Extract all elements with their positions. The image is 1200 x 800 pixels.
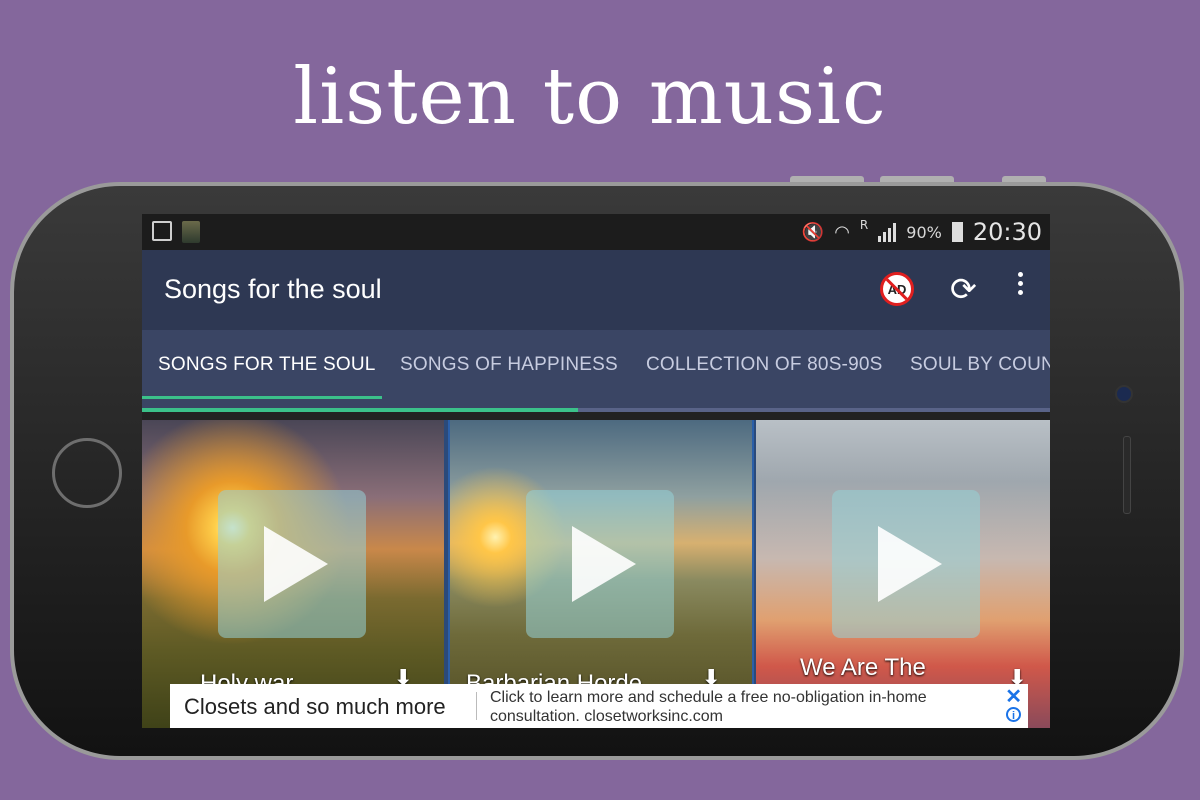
app-notification-icon	[182, 221, 200, 243]
tab-collection-80s-90s[interactable]: COLLECTION OF 80S-90S	[646, 354, 883, 376]
ad-banner[interactable]: Closets and so much more Click to learn …	[170, 684, 1028, 728]
battery-icon	[951, 222, 963, 242]
tab-songs-for-the-soul[interactable]: SONGS FOR THE SOUL	[158, 354, 376, 376]
overflow-menu-button[interactable]	[1015, 272, 1025, 299]
song-card[interactable]: Holy war ⬇	[142, 420, 444, 728]
song-list: Holy war ⬇ Barbarian Horde ⬇ We Are The …	[142, 420, 1050, 728]
play-icon	[572, 526, 636, 602]
roaming-indicator: R	[859, 218, 869, 232]
play-button[interactable]	[526, 490, 674, 638]
phone-home-button	[52, 438, 122, 508]
status-clock: 20:30	[972, 218, 1042, 246]
ad-info-icon[interactable]: i	[1006, 707, 1021, 722]
category-tabs: SONGS FOR THE SOUL SONGS OF HAPPINESS CO…	[142, 330, 1050, 412]
play-button[interactable]	[832, 490, 980, 638]
ad-divider	[476, 692, 477, 720]
tab-soul-by-country[interactable]: SOUL BY COUNT	[910, 354, 1050, 376]
refresh-icon: ⟳	[950, 270, 977, 308]
active-tab-indicator	[142, 396, 382, 399]
status-bar: 🔇 ◠ R 90% 20:30	[142, 214, 1050, 250]
phone-camera	[1115, 385, 1133, 403]
wifi-icon: ◠	[834, 221, 850, 243]
refresh-button[interactable]: ⟳	[950, 270, 977, 308]
mute-icon: 🔇	[801, 221, 825, 243]
phone-speaker	[1123, 436, 1131, 514]
tab-songs-of-happiness[interactable]: SONGS OF HAPPINESS	[400, 354, 618, 376]
ad-body[interactable]: Click to learn more and schedule a free …	[490, 688, 980, 726]
app-bar: Songs for the soul AD ⟳	[142, 250, 1050, 330]
playback-progress-bar[interactable]	[142, 408, 1050, 412]
ad-headline[interactable]: Closets and so much more	[184, 694, 446, 720]
song-card[interactable]: Barbarian Horde ⬇	[448, 420, 754, 728]
play-button[interactable]	[218, 490, 366, 638]
more-vert-icon	[1017, 272, 1023, 277]
play-icon	[264, 526, 328, 602]
battery-percent: 90%	[906, 222, 942, 242]
promo-headline: listen to music	[293, 52, 887, 142]
app-title: Songs for the soul	[164, 274, 382, 304]
playback-progress-fill	[142, 408, 578, 412]
app-screen: 🔇 ◠ R 90% 20:30 Songs for the soul AD ⟳ …	[142, 214, 1050, 728]
remove-ads-button[interactable]: AD	[880, 272, 914, 306]
gallery-notification-icon	[152, 221, 172, 241]
ad-close-icon[interactable]: ✕	[1005, 684, 1022, 709]
no-ads-icon: AD	[887, 281, 907, 297]
song-title: We Are The	[800, 654, 926, 681]
song-card[interactable]: We Are The ⬇	[756, 420, 1050, 728]
play-icon	[878, 526, 942, 602]
signal-icon	[878, 222, 897, 242]
